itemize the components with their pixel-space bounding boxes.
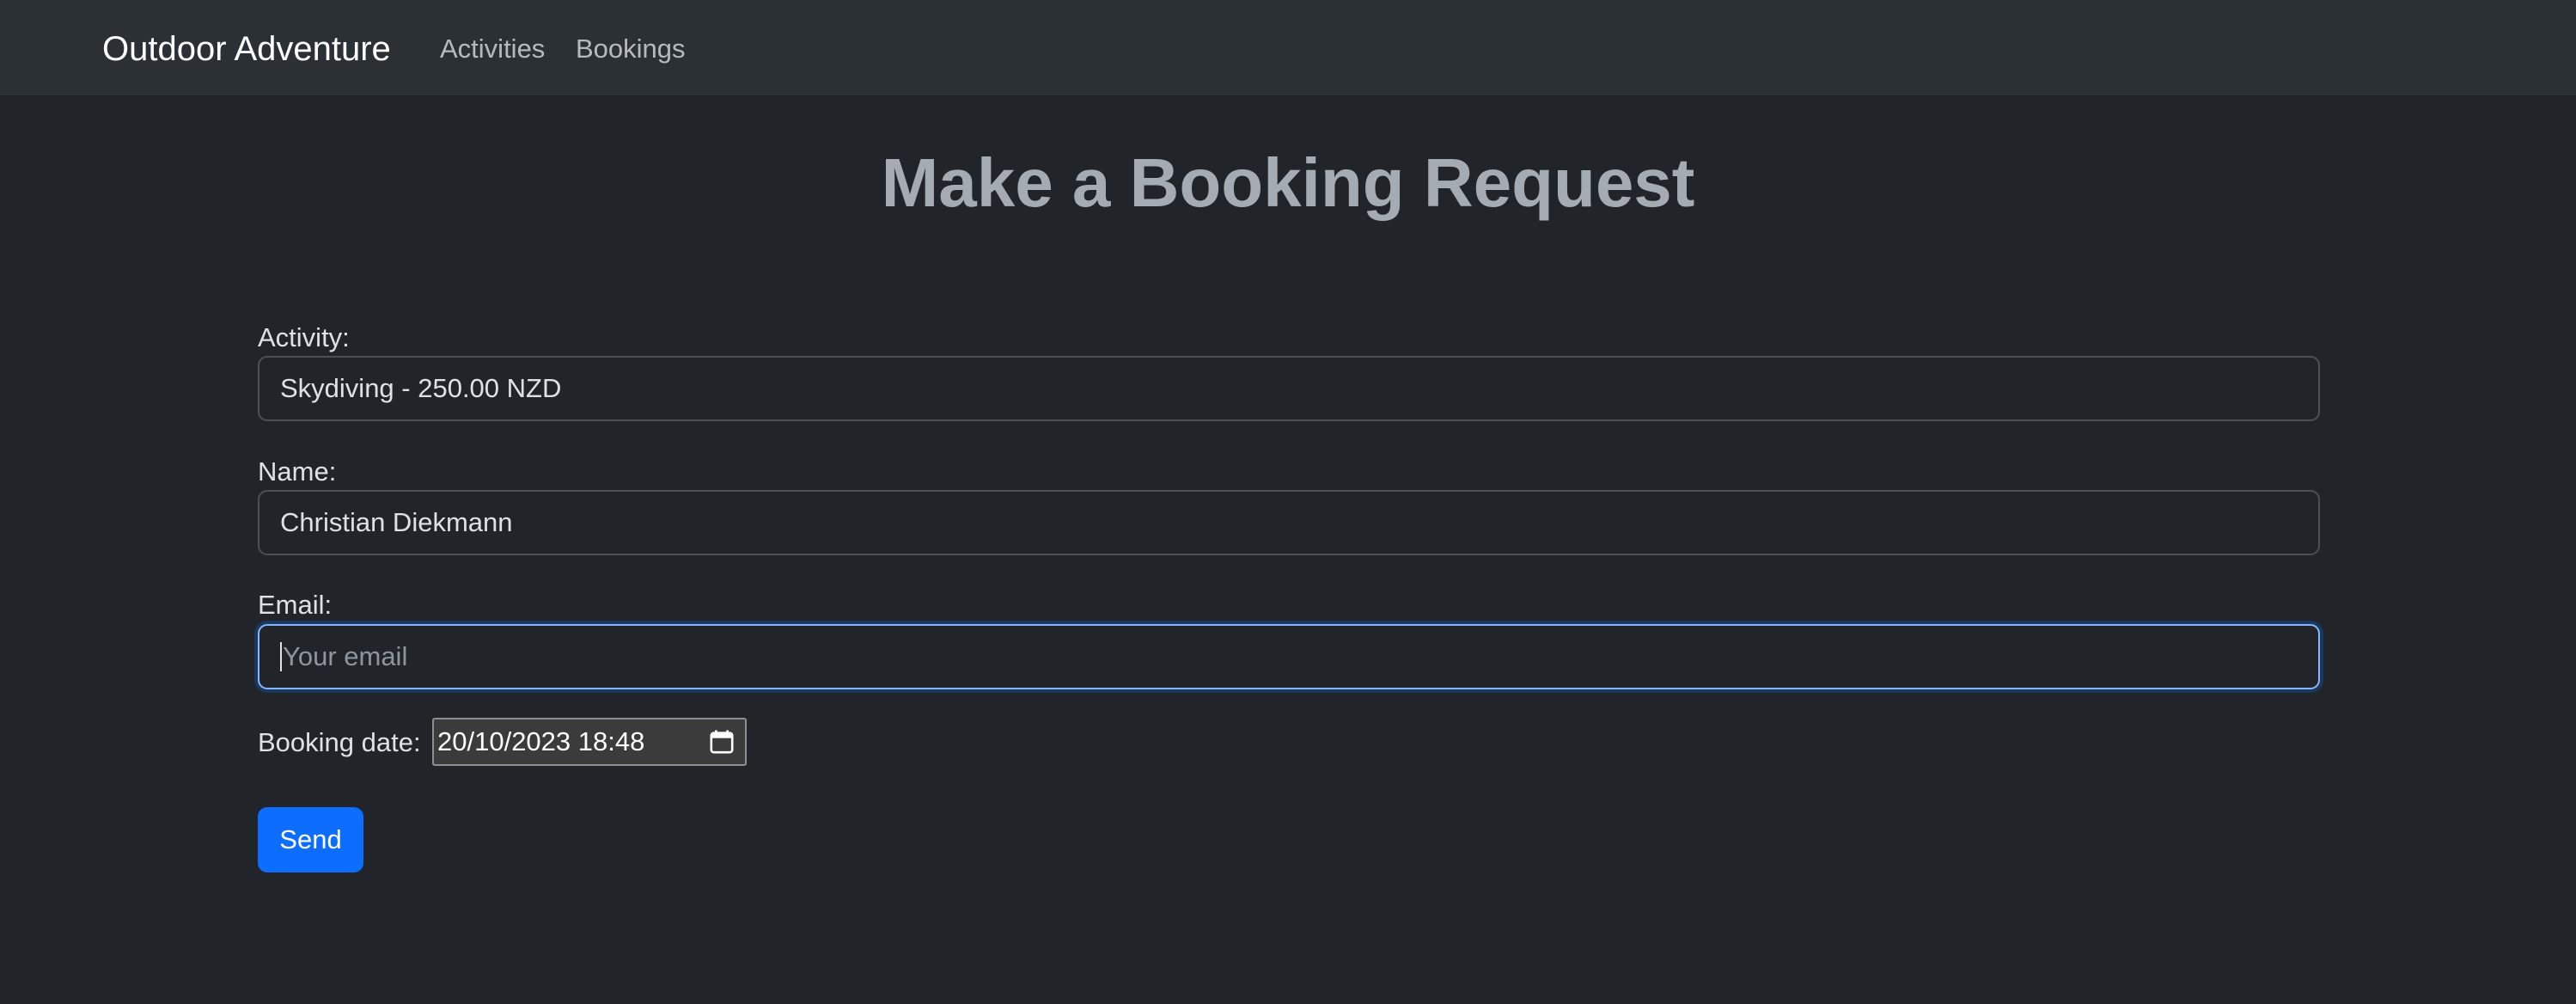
brand-link[interactable]: Outdoor Adventure (102, 26, 391, 72)
booking-date-value: 20/10/2023 18:48 (437, 726, 645, 756)
booking-date-input[interactable]: 20/10/2023 18:48 (432, 718, 747, 766)
booking-date-label: Booking date: (258, 727, 421, 757)
nav-link-activities[interactable]: Activities (440, 29, 545, 69)
send-button[interactable]: Send (258, 807, 363, 872)
text-caret (280, 642, 282, 671)
email-input-placeholder: Your email (283, 641, 408, 671)
name-label: Name: (258, 456, 337, 487)
page-title: Make a Booking Request (881, 144, 1695, 221)
activity-select[interactable]: Skydiving - 250.00 NZD (258, 356, 2320, 421)
nav-link-bookings[interactable]: Bookings (576, 29, 686, 69)
activity-select-value: Skydiving - 250.00 NZD (280, 373, 562, 403)
email-input[interactable]: Your email (258, 624, 2320, 689)
calendar-icon[interactable] (709, 729, 735, 755)
email-label: Email: (258, 590, 333, 620)
name-input[interactable]: Christian Diekmann (258, 490, 2320, 555)
activity-label: Activity: (258, 322, 350, 352)
top-navbar: Outdoor Adventure Activities Bookings (0, 0, 2576, 95)
name-input-value: Christian Diekmann (280, 507, 513, 537)
